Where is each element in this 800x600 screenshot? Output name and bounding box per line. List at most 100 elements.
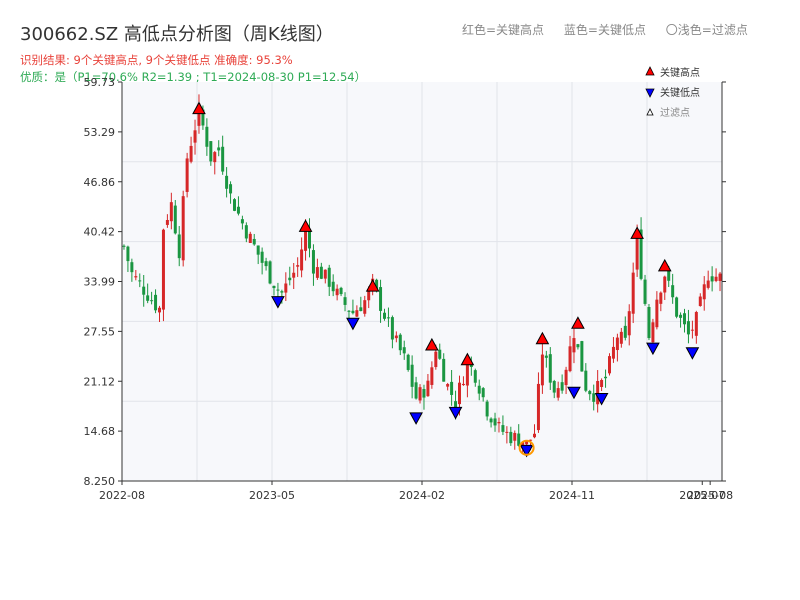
candle-body <box>383 312 386 319</box>
candle-body <box>592 393 596 402</box>
candle-body <box>647 306 651 339</box>
candle-body <box>181 196 185 261</box>
candle-body <box>193 130 197 143</box>
legend-label: 过滤点 <box>660 106 690 119</box>
candle-body <box>442 358 446 382</box>
candle-body <box>509 431 513 444</box>
candlestick-chart: 8.250 14.68 21.12 27.55 33.99 40.42 46.86 53.29… <box>84 66 734 502</box>
candle-body <box>296 265 300 267</box>
candle-body <box>284 283 288 293</box>
legend-label: 关键低点 <box>660 86 700 99</box>
candle-body <box>438 349 442 359</box>
candle-body <box>386 317 390 319</box>
x-tick-label: 2025-08 <box>687 489 733 502</box>
x-tick-label: 2023-05 <box>249 489 295 502</box>
candle-body <box>446 384 450 387</box>
candle-body <box>343 297 347 305</box>
candle-body <box>481 388 485 398</box>
x-tick-label: 2024-02 <box>399 489 445 502</box>
candle-body <box>260 251 264 263</box>
candle-body <box>714 276 718 282</box>
candle-body <box>564 369 568 386</box>
candle-body <box>659 292 663 304</box>
candle-body <box>461 383 465 386</box>
candle-body <box>213 152 217 163</box>
candle-body <box>339 287 343 295</box>
candle-body <box>615 337 619 351</box>
candle-body <box>221 146 225 172</box>
candle-body <box>217 147 221 151</box>
candle-body <box>683 313 686 325</box>
candle-body <box>584 370 588 391</box>
candle-body <box>185 158 189 192</box>
candle-body <box>252 238 256 245</box>
candle-body <box>236 206 240 214</box>
candle-body <box>229 184 233 194</box>
candle-body <box>477 385 481 394</box>
candle-body <box>406 354 410 370</box>
candle-body <box>505 431 509 433</box>
candle-body <box>122 245 126 247</box>
candle-body <box>675 297 679 317</box>
candle-body <box>154 294 158 311</box>
candle-body <box>485 401 489 417</box>
candle-body <box>497 422 501 424</box>
candle-body <box>611 346 615 359</box>
candle-body <box>138 280 142 282</box>
candle-body <box>158 307 161 313</box>
candle-body <box>276 289 280 291</box>
candle-body <box>458 382 461 405</box>
candle-body <box>363 300 367 314</box>
candle-body <box>165 219 169 225</box>
candle-body <box>315 267 319 278</box>
candle-body <box>264 261 268 267</box>
candle-body <box>414 382 418 399</box>
candle-body <box>351 310 355 314</box>
candle-body <box>418 387 422 401</box>
candle-body <box>671 285 675 298</box>
candle-body <box>422 389 426 398</box>
candle-body <box>608 356 611 374</box>
candle-body <box>225 175 229 189</box>
legend-high-icon <box>645 66 655 76</box>
candle-body <box>473 370 477 383</box>
candle-body <box>694 312 698 336</box>
candle-body <box>600 379 604 387</box>
candle-body <box>169 202 173 222</box>
candle-body <box>205 126 209 147</box>
candle-body <box>540 354 544 386</box>
candle-body <box>331 281 335 292</box>
y-tick-label: 53.29 <box>84 126 116 139</box>
candle-body <box>379 287 383 311</box>
candle-body <box>588 391 592 395</box>
y-tick-label: 8.250 <box>84 475 116 488</box>
candle-body <box>430 367 434 385</box>
y-tick-label: 33.99 <box>84 276 116 289</box>
candle-body <box>667 270 671 281</box>
candle-body <box>706 280 710 288</box>
candle-body <box>390 317 394 340</box>
candle-body <box>560 382 564 391</box>
y-tick-label: 59.73 <box>84 76 116 89</box>
candle-body <box>126 246 130 262</box>
y-tick-label: 40.42 <box>84 226 116 239</box>
candle-body <box>434 351 438 368</box>
candle-body <box>335 288 339 296</box>
candle-body <box>394 335 398 339</box>
candle-body <box>311 250 315 274</box>
candle-body <box>130 262 134 273</box>
candle-body <box>288 277 292 281</box>
candle-body <box>576 344 580 348</box>
candle-body <box>655 299 659 328</box>
candle-body <box>398 334 402 351</box>
candle-body <box>319 266 323 279</box>
candle-body <box>679 314 683 318</box>
candle-body <box>489 418 493 423</box>
candle-body <box>556 388 560 398</box>
candle-body <box>493 418 497 426</box>
candle-body <box>426 380 430 397</box>
candle-body <box>552 381 556 393</box>
candle-body <box>702 284 706 300</box>
candle-body <box>686 321 690 335</box>
candle-body <box>359 307 363 312</box>
